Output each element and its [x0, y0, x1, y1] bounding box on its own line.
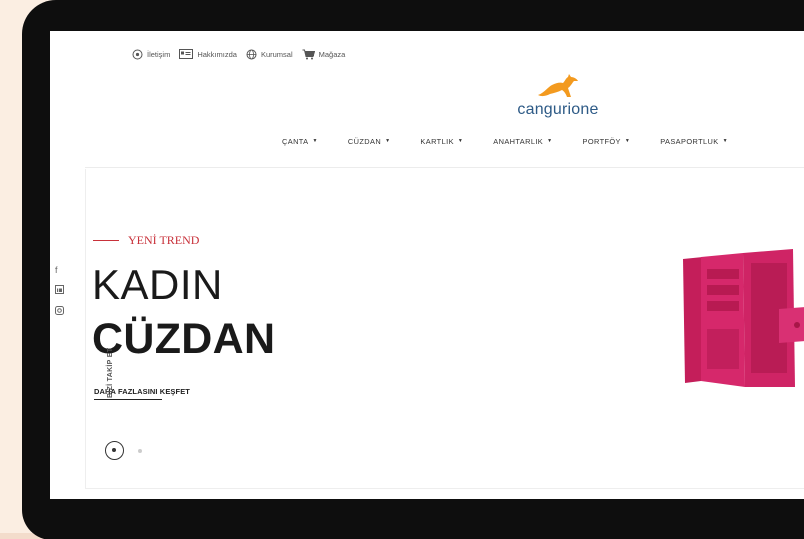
- wallet-product-image: [683, 249, 804, 394]
- nav-item-portfoy[interactable]: PORTFÖY ▼: [582, 135, 630, 147]
- nav-label: ANAHTARLIK: [493, 136, 544, 146]
- globe-icon: [246, 49, 257, 60]
- header-divider: [85, 167, 804, 168]
- utility-bar: İletişim Hakkımızda Kurumsal Mağaza: [132, 47, 345, 61]
- nav-label: PASAPORTLUK: [660, 136, 719, 146]
- linkedin-icon[interactable]: [55, 285, 64, 296]
- caret-down-icon: ▼: [385, 138, 391, 144]
- nav-label: KARTLIK: [420, 136, 454, 146]
- nav-label: ÇANTA: [282, 136, 309, 146]
- caret-down-icon: ▼: [457, 138, 464, 144]
- social-sidebar: f: [50, 261, 70, 431]
- nav-item-kartlik[interactable]: KARTLIK ▼: [420, 135, 463, 147]
- topbar-item-store[interactable]: Mağaza: [302, 49, 346, 60]
- topbar-item-corporate[interactable]: Kurumsal: [246, 49, 293, 60]
- kangaroo-logo-icon: [536, 73, 580, 104]
- hero-slider: YENİ TREND KADIN CÜZDAN DAHA FAZLASINI K…: [85, 169, 804, 489]
- id-card-icon: [179, 49, 194, 59]
- nav-label: PORTFÖY: [582, 136, 621, 146]
- cart-icon: [302, 49, 315, 60]
- topbar-label: İletişim: [147, 49, 171, 59]
- topbar-item-contact[interactable]: İletişim: [132, 49, 170, 60]
- eyebrow-text: YENİ TREND: [128, 233, 200, 247]
- hero-eyebrow: YENİ TREND: [93, 233, 199, 248]
- slider-dot[interactable]: [138, 449, 142, 453]
- eyebrow-line: [93, 240, 119, 241]
- brand-wordmark: cangurione: [517, 101, 599, 118]
- caret-down-icon: ▼: [547, 138, 553, 144]
- caret-down-icon: ▼: [312, 138, 318, 144]
- slider-dot-active[interactable]: [105, 441, 124, 460]
- hero-title-line1: KADIN: [92, 261, 223, 308]
- nav-label: CÜZDAN: [347, 136, 382, 146]
- caret-down-icon: ▼: [624, 138, 631, 144]
- nav-item-cuzdan[interactable]: CÜZDAN ▼: [348, 135, 391, 147]
- hero-title-line2: CÜZDAN: [92, 315, 276, 363]
- nav-item-pasaportluk[interactable]: PASAPORTLUK ▼: [660, 135, 728, 147]
- website-screen: İletişim Hakkımızda Kurumsal Mağaza cang…: [50, 31, 804, 499]
- main-nav: ÇANTA ▼ CÜZDAN ▼ KARTLIK ▼ ANAHTARLIK ▼ PORT…: [282, 135, 728, 147]
- caret-down-icon: ▼: [722, 138, 728, 144]
- topbar-label: Mağaza: [318, 49, 346, 59]
- topbar-label: Kurumsal: [260, 49, 293, 59]
- nav-item-anahtarlik[interactable]: ANAHTARLIK ▼: [493, 135, 552, 147]
- topbar-item-about[interactable]: Hakkımızda: [179, 49, 237, 59]
- brand-logo[interactable]: cangurione: [506, 73, 610, 119]
- headset-icon: [132, 49, 143, 60]
- nav-item-canta[interactable]: ÇANTA ▼: [282, 135, 318, 147]
- cta-underline: [94, 399, 162, 400]
- facebook-icon[interactable]: f: [55, 265, 58, 275]
- topbar-label: Hakkımızda: [197, 49, 237, 59]
- instagram-icon[interactable]: [55, 306, 64, 317]
- follow-us-label: BİZİ TAKİP ET: [107, 347, 114, 398]
